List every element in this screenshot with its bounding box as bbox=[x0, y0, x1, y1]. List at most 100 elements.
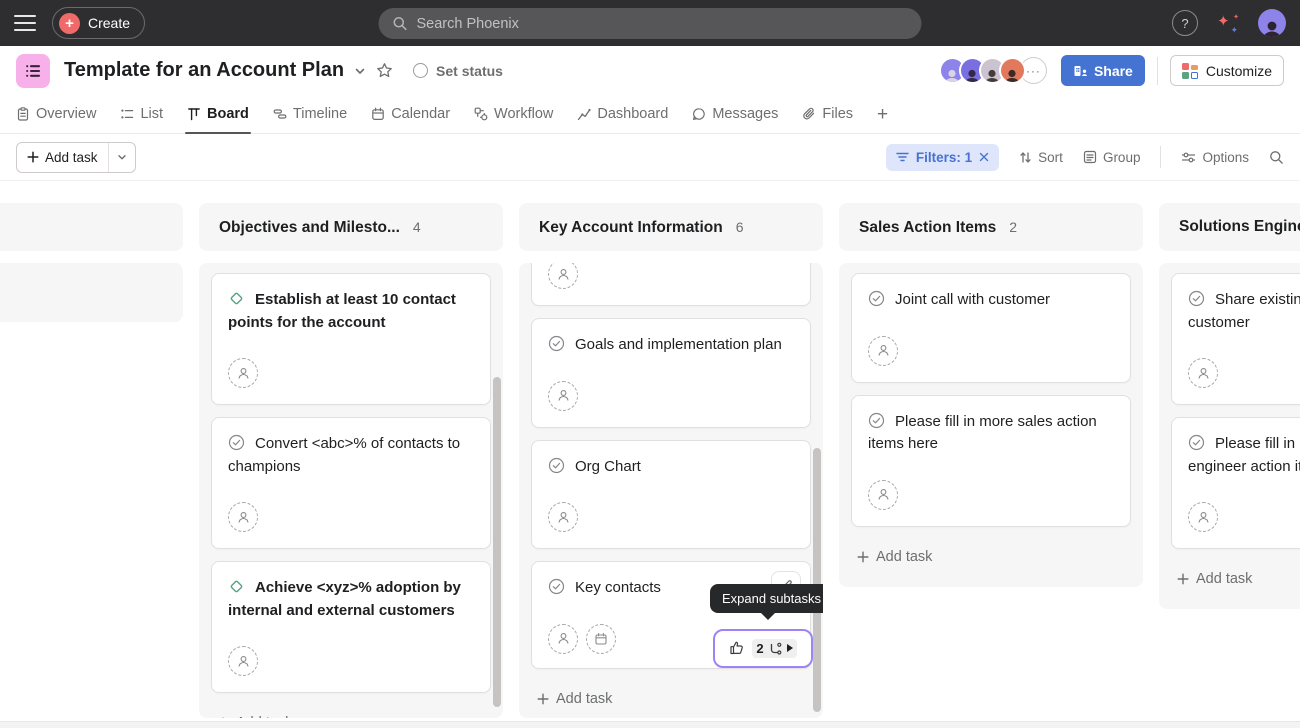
user-avatar[interactable] bbox=[1258, 9, 1286, 37]
tab-label: List bbox=[140, 106, 163, 122]
expand-subtasks-button[interactable]: 2 bbox=[713, 629, 813, 668]
check-circle-icon[interactable] bbox=[548, 457, 565, 474]
task-card[interactable]: Joint call with customer bbox=[851, 273, 1131, 383]
tab-timeline[interactable]: Timeline bbox=[273, 95, 347, 133]
board-search-button[interactable] bbox=[1269, 150, 1284, 165]
group-button[interactable]: Group bbox=[1083, 150, 1141, 165]
assignee-placeholder-icon[interactable] bbox=[868, 480, 898, 510]
task-title: Please fill in more sales action items h… bbox=[868, 413, 1097, 453]
assignee-placeholder-icon[interactable] bbox=[1188, 358, 1218, 388]
check-circle-icon[interactable] bbox=[868, 412, 885, 429]
help-button[interactable]: ? bbox=[1172, 10, 1198, 36]
assignee-placeholder-icon[interactable] bbox=[228, 358, 258, 388]
task-card[interactable]: Org Chart bbox=[531, 440, 811, 550]
set-status-button[interactable]: Set status bbox=[413, 63, 503, 79]
member-facepile[interactable]: ··· bbox=[939, 57, 1047, 84]
add-task-split-button[interactable]: Add task bbox=[16, 142, 136, 173]
sort-label: Sort bbox=[1038, 150, 1063, 165]
star-icon[interactable] bbox=[376, 62, 393, 79]
task-card-clipped[interactable] bbox=[531, 263, 811, 306]
assignee-placeholder-icon[interactable] bbox=[548, 624, 578, 654]
project-header: Template for an Account Plan Set status … bbox=[0, 46, 1300, 95]
files-icon bbox=[802, 107, 816, 121]
tab-calendar[interactable]: Calendar bbox=[371, 95, 450, 133]
column-header[interactable]: Solutions Engineering Action Items bbox=[1159, 203, 1300, 251]
tab-label: Workflow bbox=[494, 106, 553, 122]
customize-button[interactable]: Customize bbox=[1170, 55, 1284, 86]
check-circle-icon[interactable] bbox=[1188, 434, 1205, 451]
ai-sparkles-icon[interactable]: ✦✦✦ bbox=[1216, 11, 1240, 35]
tab-list[interactable]: List bbox=[120, 95, 163, 133]
check-circle-icon[interactable] bbox=[1188, 290, 1205, 307]
add-task-label: Add task bbox=[556, 691, 612, 707]
tab-label: Messages bbox=[712, 106, 778, 122]
check-circle-icon[interactable] bbox=[228, 434, 245, 451]
task-card[interactable]: Please fill in more sales action items h… bbox=[851, 395, 1131, 527]
check-circle-icon[interactable] bbox=[548, 335, 565, 352]
create-button[interactable]: + Create bbox=[52, 7, 145, 39]
column-header[interactable] bbox=[0, 203, 183, 251]
options-button[interactable]: Options bbox=[1181, 150, 1249, 165]
column-add-task-button[interactable]: Add task bbox=[531, 681, 811, 709]
add-task-caret-button[interactable] bbox=[108, 143, 135, 172]
project-icon[interactable] bbox=[16, 54, 50, 88]
column-add-task-button[interactable]: Add task bbox=[1171, 561, 1300, 597]
task-card[interactable]: Convert <abc>% of contacts to champions bbox=[211, 417, 491, 549]
calendar-icon bbox=[371, 107, 385, 121]
options-icon bbox=[1181, 151, 1196, 164]
due-date-placeholder-icon[interactable] bbox=[586, 624, 616, 654]
task-card-key-contacts[interactable]: Key contacts Expand subtasks 2 bbox=[531, 561, 811, 669]
assignee-placeholder-icon[interactable] bbox=[548, 502, 578, 532]
chevron-down-icon[interactable] bbox=[354, 65, 366, 77]
board-icon bbox=[187, 107, 201, 121]
assignee-placeholder-icon[interactable] bbox=[228, 646, 258, 676]
tab-overview[interactable]: Overview bbox=[16, 95, 96, 133]
tab-board[interactable]: Board bbox=[187, 95, 249, 133]
board-column-clipped bbox=[0, 203, 183, 718]
assignee-placeholder-icon[interactable] bbox=[548, 381, 578, 411]
task-card[interactable]: Establish at least 10 contact points for… bbox=[211, 273, 491, 405]
add-task-label: Add task bbox=[236, 715, 292, 718]
share-button[interactable]: Share bbox=[1061, 55, 1145, 86]
column-header[interactable]: Sales Action Items 2 bbox=[839, 203, 1143, 251]
search-placeholder: Search Phoenix bbox=[417, 16, 519, 32]
tab-files[interactable]: Files bbox=[802, 95, 853, 133]
tab-messages[interactable]: Messages bbox=[692, 95, 778, 133]
subtask-count: 2 bbox=[756, 641, 763, 656]
column-header[interactable]: Objectives and Milesto... 4 bbox=[199, 203, 503, 251]
plus-icon bbox=[217, 717, 229, 718]
column-scrollbar[interactable] bbox=[493, 377, 501, 707]
task-card[interactable]: Achieve <xyz>% adoption by internal and … bbox=[211, 561, 491, 693]
check-circle-icon[interactable] bbox=[868, 290, 885, 307]
column-header[interactable]: Key Account Information 6 bbox=[519, 203, 823, 251]
clear-filter-icon[interactable] bbox=[979, 152, 989, 162]
board-canvas[interactable]: Objectives and Milesto... 4 Establish at… bbox=[0, 181, 1300, 721]
global-search-input[interactable]: Search Phoenix bbox=[379, 8, 922, 39]
milestone-icon bbox=[228, 578, 245, 595]
task-card[interactable]: Goals and implementation plan bbox=[531, 318, 811, 428]
assignee-placeholder-icon[interactable] bbox=[868, 336, 898, 366]
task-card[interactable]: Share existing collateral with the custo… bbox=[1171, 273, 1300, 405]
assignee-placeholder-icon[interactable] bbox=[228, 502, 258, 532]
filters-chip[interactable]: Filters: 1 bbox=[886, 144, 999, 171]
assignee-placeholder-icon[interactable] bbox=[548, 263, 578, 289]
filter-icon bbox=[896, 151, 909, 163]
task-card[interactable]: Please fill in more solutions engineer a… bbox=[1171, 417, 1300, 549]
sidebar-toggle-icon[interactable] bbox=[14, 15, 36, 31]
group-icon bbox=[1083, 150, 1097, 164]
horizontal-scrollbar-track[interactable] bbox=[0, 721, 1300, 728]
member-avatar-4[interactable] bbox=[999, 57, 1026, 84]
assignee-placeholder-icon[interactable] bbox=[1188, 502, 1218, 532]
column-add-task-button[interactable]: Add task bbox=[851, 539, 1131, 575]
tab-workflow[interactable]: Workflow bbox=[474, 95, 553, 133]
tab-dashboard[interactable]: Dashboard bbox=[577, 95, 668, 133]
tab-label: Overview bbox=[36, 106, 96, 122]
column-scrollbar[interactable] bbox=[813, 448, 821, 712]
thumbs-up-icon[interactable] bbox=[729, 640, 745, 656]
task-title: Goals and implementation plan bbox=[575, 336, 782, 353]
sort-button[interactable]: Sort bbox=[1019, 150, 1063, 165]
column-add-task-button[interactable]: Add task bbox=[211, 705, 491, 718]
add-task-button[interactable]: Add task bbox=[17, 143, 108, 172]
check-circle-icon[interactable] bbox=[548, 578, 565, 595]
add-view-button[interactable]: + bbox=[877, 105, 888, 124]
